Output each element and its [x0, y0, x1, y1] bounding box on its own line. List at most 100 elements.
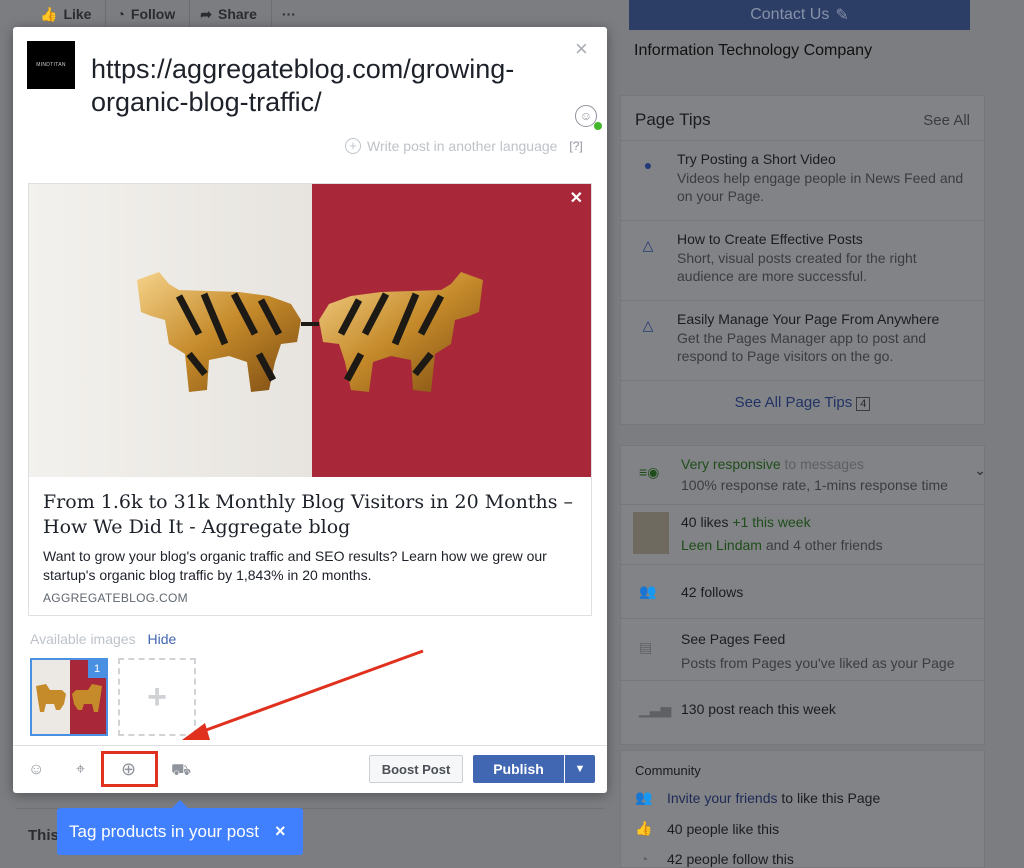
share-button[interactable]: ➦ Share: [200, 0, 272, 28]
followers-icon: 👥: [639, 583, 657, 599]
reach-row: ▁▃▅ 130 post reach this week: [621, 680, 984, 736]
hide-images-link[interactable]: Hide: [147, 631, 176, 647]
follows-text: 42 follows: [681, 584, 744, 600]
messenger-icon: ≡◉: [639, 464, 660, 480]
page-avatar: MINDTITAN: [27, 41, 75, 89]
people-like-row: 👍 40 people like this: [635, 820, 779, 837]
bar-chart-icon: ▁▃▅: [639, 701, 672, 717]
close-icon[interactable]: ×: [275, 821, 286, 842]
tip-item-video[interactable]: ● Try Posting a Short Video Videos help …: [621, 140, 984, 220]
people-follow-row: ◔ 42 people follow this: [635, 851, 794, 867]
like-icon: 👍: [40, 5, 58, 22]
responsiveness-row: ≡◉ Very responsive to messages 100% resp…: [621, 446, 986, 504]
people-follow-text: 42 people follow this: [667, 851, 794, 867]
invite-friends-row: 👥 Invite your friends to like this Page: [635, 789, 881, 806]
help-link[interactable]: [?]: [569, 139, 582, 153]
response-rate: 100% response rate, 1-mins response time: [681, 477, 948, 493]
network-icon: △: [642, 317, 654, 333]
tip-title: Easily Manage Your Page From Anywhere: [677, 311, 940, 327]
tip-description: Short, visual posts created for the righ…: [677, 250, 917, 284]
see-all-tips-label: See All Page Tips: [734, 394, 853, 411]
page-stats-card: ≡◉ Very responsive to messages 100% resp…: [620, 445, 986, 745]
community-card: Community 👥 Invite your friends to like …: [620, 750, 985, 868]
like-button[interactable]: 👍 Like: [40, 0, 107, 28]
pages-feed-description: Posts from Pages you've liked as your Pa…: [681, 655, 955, 671]
add-image-button[interactable]: +: [118, 658, 196, 736]
tip-item-posts[interactable]: △ How to Create Effective Posts Short, v…: [621, 220, 984, 300]
chevron-down-icon[interactable]: ⌄: [974, 462, 986, 479]
thumbnail-number: 1: [88, 660, 106, 678]
share-icon: ➦: [200, 5, 212, 22]
page-category: Information Technology Company: [634, 42, 873, 59]
likes-text: 40 likes +1 this week: [681, 514, 811, 530]
see-all-tips-link[interactable]: See All Page Tips 4: [621, 394, 984, 411]
link-preview-image: ✕: [29, 184, 591, 477]
reach-text: 130 post reach this week: [681, 701, 836, 717]
friends-like-text: Leen Lindam and 4 other friends: [681, 537, 883, 553]
tooltip-text: Tag products in your post: [69, 821, 259, 841]
image-thumbnail[interactable]: 1: [30, 658, 108, 736]
rss-icon: ◔: [639, 851, 649, 867]
remove-preview-icon[interactable]: ✕: [570, 188, 583, 208]
available-images-label: Available images: [30, 631, 136, 647]
follows-row: 👥 42 follows: [621, 564, 984, 618]
boost-post-button[interactable]: Boost Post: [369, 755, 463, 783]
right-sidebar: Contact Us ✎ Information Technology Comp…: [620, 0, 986, 868]
online-status-dot: [594, 122, 602, 130]
chevron-down-icon[interactable]: ▼: [565, 755, 595, 783]
post-composer-dialog: MINDTITAN https://aggregateblog.com/grow…: [13, 27, 607, 793]
pages-feed-row[interactable]: ▤ See Pages Feed Posts from Pages you've…: [621, 618, 984, 680]
tip-description: Get the Pages Manager app to post and re…: [677, 330, 927, 364]
tag-products-tooltip: Tag products in your post ×: [57, 808, 303, 855]
close-icon[interactable]: ×: [575, 38, 588, 60]
see-all-tips-row: See All Page Tips 4: [621, 380, 984, 425]
tips-count-badge: 4: [856, 397, 871, 411]
like-label: Like: [63, 6, 92, 22]
pencil-icon: ✎: [835, 7, 849, 24]
lightbulb-icon: ●: [643, 157, 653, 173]
friend-photo[interactable]: [633, 512, 669, 554]
feed-icon: ▤: [639, 639, 653, 655]
pages-feed-title: See Pages Feed: [681, 631, 786, 647]
tip-title: Try Posting a Short Video: [677, 151, 836, 167]
composer-footer: ☺ ⌖ ⊕ ⛟ Boost Post Publish ▼: [13, 745, 607, 793]
share-label: Share: [217, 6, 257, 22]
write-another-language-label: Write post in another language: [367, 138, 558, 154]
page-tips-card: Page Tips See All ● Try Posting a Short …: [620, 95, 985, 425]
avatar-logo: MINDTITAN: [36, 62, 66, 68]
shopping-bag-icon[interactable]: ⛟: [171, 761, 191, 781]
link-preview-card[interactable]: ✕ From 1.6k to 31k Monthly Blog Visitors…: [28, 183, 592, 616]
contact-us-label: Contact Us: [750, 6, 830, 23]
rss-icon: ◔: [116, 6, 125, 22]
community-title: Community: [635, 763, 701, 778]
people-icon: 👥: [635, 789, 653, 805]
plus-icon: +: [345, 138, 361, 154]
tag-products-icon[interactable]: ⊕: [121, 759, 136, 780]
likes-row: 40 likes +1 this week Leen Lindam and 4 …: [621, 504, 984, 564]
like-icon: 👍: [635, 820, 653, 836]
location-pin-icon[interactable]: ⌖: [76, 761, 85, 779]
tip-item-manage[interactable]: △ Easily Manage Your Page From Anywhere …: [621, 300, 984, 380]
available-images-row: Available images Hide: [30, 631, 176, 647]
invite-friends-link[interactable]: Invite your friends: [667, 790, 778, 806]
follow-button[interactable]: ◔ Follow: [116, 0, 191, 28]
page-tips-see-all-link[interactable]: See All: [923, 112, 970, 129]
publish-button[interactable]: Publish: [473, 755, 564, 783]
people-like-text: 40 people like this: [667, 820, 780, 837]
page-action-bar: 👍 Like ◔ Follow ➦ Share ···: [15, 0, 605, 28]
follow-label: Follow: [130, 6, 176, 22]
more-button[interactable]: ···: [282, 0, 310, 28]
link-title[interactable]: From 1.6k to 31k Monthly Blog Visitors i…: [43, 490, 573, 540]
network-icon: △: [642, 237, 654, 253]
link-description[interactable]: Want to grow your blog's organic traffic…: [43, 547, 573, 585]
write-another-language[interactable]: + Write post in another language [?]: [345, 138, 583, 154]
posts-card-label: This: [28, 827, 59, 844]
link-domain: AGGREGATEBLOG.COM: [43, 591, 188, 605]
post-text-input[interactable]: https://aggregateblog.com/growing-organi…: [91, 53, 561, 119]
feeling-icon[interactable]: ☺: [28, 761, 44, 779]
tip-description: Videos help engage people in News Feed a…: [677, 170, 964, 204]
contact-us-button[interactable]: Contact Us ✎: [629, 0, 970, 30]
more-icon: ···: [281, 6, 296, 22]
tiger-illustration: [137, 272, 483, 392]
tip-title: How to Create Effective Posts: [677, 231, 863, 247]
